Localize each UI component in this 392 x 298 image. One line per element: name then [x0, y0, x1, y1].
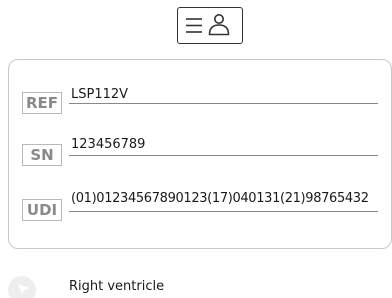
udi-value: (01)01234567890123(17)040131(21)98765432 [71, 191, 369, 206]
udi-label: UDI [22, 199, 62, 221]
patient-card-button[interactable] [177, 7, 243, 44]
ref-underline [69, 103, 378, 104]
device-details-screen: REF LSP112V SN 123456789 UDI (01)0123456… [0, 0, 392, 298]
sn-underline [69, 155, 378, 156]
pointer-icon [8, 276, 36, 298]
udi-underline [69, 211, 378, 212]
patient-card-icon [186, 14, 230, 36]
ref-value: LSP112V [71, 87, 129, 102]
device-info-panel: REF LSP112V SN 123456789 UDI (01)0123456… [8, 59, 392, 249]
chamber-label: Right ventricle [69, 279, 165, 294]
sn-label: SN [22, 144, 62, 166]
sn-value: 123456789 [71, 137, 146, 152]
ref-label: REF [22, 92, 62, 114]
